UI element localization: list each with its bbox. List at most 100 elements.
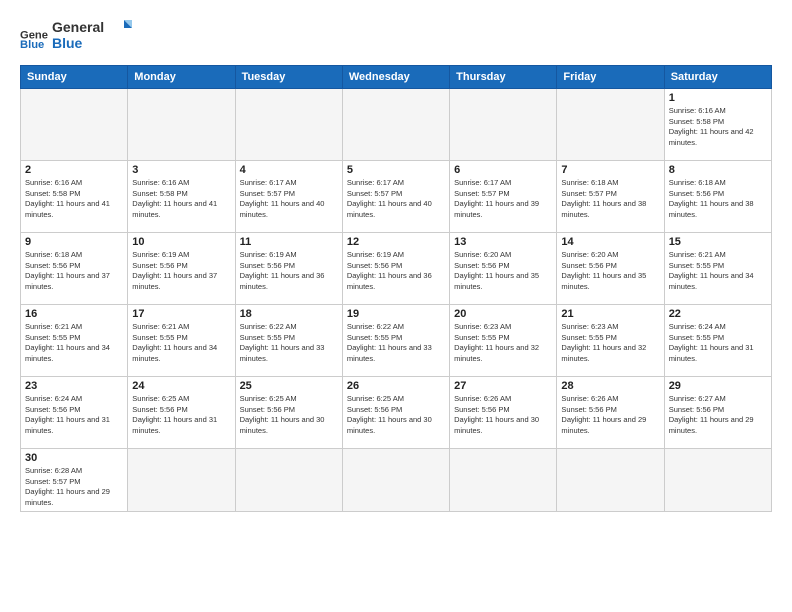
calendar-cell: 23 Sunrise: 6:24 AMSunset: 5:56 PMDayligh… bbox=[21, 377, 128, 449]
calendar-cell bbox=[235, 449, 342, 512]
day-number: 18 bbox=[240, 308, 338, 320]
day-number: 7 bbox=[561, 164, 659, 176]
calendar-cell: 1 Sunrise: 6:16 AMSunset: 5:58 PMDaylight… bbox=[664, 89, 771, 161]
day-number: 27 bbox=[454, 380, 552, 392]
calendar-cell: 28 Sunrise: 6:26 AMSunset: 5:56 PMDayligh… bbox=[557, 377, 664, 449]
day-info: Sunrise: 6:17 AMSunset: 5:57 PMDaylight:… bbox=[454, 178, 552, 220]
day-number: 23 bbox=[25, 380, 123, 392]
calendar-cell: 21Sunrise: 6:23 AMSunset: 5:55 PMDayligh… bbox=[557, 305, 664, 377]
day-number: 29 bbox=[669, 380, 767, 392]
calendar-cell: 26Sunrise: 6:25 AMSunset: 5:56 PMDayligh… bbox=[342, 377, 449, 449]
day-info: Sunrise: 6:27 AMSunset: 5:56 PMDaylight:… bbox=[669, 394, 767, 436]
svg-text:General: General bbox=[52, 19, 104, 35]
logo-icon: General Blue bbox=[20, 23, 48, 51]
day-number: 24 bbox=[132, 380, 230, 392]
day-number: 15 bbox=[669, 236, 767, 248]
day-number: 13 bbox=[454, 236, 552, 248]
day-number: 5 bbox=[347, 164, 445, 176]
calendar-cell: 10Sunrise: 6:19 AMSunset: 5:56 PMDayligh… bbox=[128, 233, 235, 305]
day-info: Sunrise: 6:24 AMSunset: 5:56 PMDaylight:… bbox=[25, 394, 123, 436]
day-info: Sunrise: 6:25 AMSunset: 5:56 PMDaylight:… bbox=[132, 394, 230, 436]
calendar-cell: 22 Sunrise: 6:24 AMSunset: 5:55 PMDayligh… bbox=[664, 305, 771, 377]
weekday-header-thursday: Thursday bbox=[450, 66, 557, 89]
calendar-cell: 6 Sunrise: 6:17 AMSunset: 5:57 PMDaylight… bbox=[450, 161, 557, 233]
calendar-cell bbox=[450, 449, 557, 512]
weekday-header-tuesday: Tuesday bbox=[235, 66, 342, 89]
day-info: Sunrise: 6:17 AMSunset: 5:57 PMDaylight:… bbox=[347, 178, 445, 220]
calendar-week-row: 1 Sunrise: 6:16 AMSunset: 5:58 PMDaylight… bbox=[21, 89, 772, 161]
calendar-cell: 8Sunrise: 6:18 AMSunset: 5:56 PMDaylight… bbox=[664, 161, 771, 233]
day-number: 20 bbox=[454, 308, 552, 320]
day-info: Sunrise: 6:28 AMSunset: 5:57 PMDaylight:… bbox=[25, 466, 123, 508]
calendar-cell bbox=[450, 89, 557, 161]
calendar-cell bbox=[235, 89, 342, 161]
weekday-header-saturday: Saturday bbox=[664, 66, 771, 89]
day-info: Sunrise: 6:22 AMSunset: 5:55 PMDaylight:… bbox=[240, 322, 338, 364]
calendar-cell bbox=[128, 89, 235, 161]
day-number: 30 bbox=[25, 452, 123, 464]
day-info: Sunrise: 6:25 AMSunset: 5:56 PMDaylight:… bbox=[240, 394, 338, 436]
day-info: Sunrise: 6:16 AMSunset: 5:58 PMDaylight:… bbox=[669, 106, 767, 148]
day-info: Sunrise: 6:17 AMSunset: 5:57 PMDaylight:… bbox=[240, 178, 338, 220]
day-number: 1 bbox=[669, 92, 767, 104]
calendar-cell: 16 Sunrise: 6:21 AMSunset: 5:55 PMDayligh… bbox=[21, 305, 128, 377]
calendar-cell: 11 Sunrise: 6:19 AMSunset: 5:56 PMDayligh… bbox=[235, 233, 342, 305]
weekday-header-row: SundayMondayTuesdayWednesdayThursdayFrid… bbox=[21, 66, 772, 89]
day-number: 3 bbox=[132, 164, 230, 176]
day-number: 17 bbox=[132, 308, 230, 320]
day-info: Sunrise: 6:26 AMSunset: 5:56 PMDaylight:… bbox=[454, 394, 552, 436]
calendar-cell: 2Sunrise: 6:16 AMSunset: 5:58 PMDaylight… bbox=[21, 161, 128, 233]
day-info: Sunrise: 6:19 AMSunset: 5:56 PMDaylight:… bbox=[347, 250, 445, 292]
calendar-cell bbox=[557, 449, 664, 512]
calendar-week-row: 30 Sunrise: 6:28 AMSunset: 5:57 PMDayligh… bbox=[21, 449, 772, 512]
calendar-week-row: 9 Sunrise: 6:18 AMSunset: 5:56 PMDaylight… bbox=[21, 233, 772, 305]
day-number: 21 bbox=[561, 308, 659, 320]
day-info: Sunrise: 6:18 AMSunset: 5:56 PMDaylight:… bbox=[669, 178, 767, 220]
calendar-cell bbox=[21, 89, 128, 161]
day-info: Sunrise: 6:24 AMSunset: 5:55 PMDaylight:… bbox=[669, 322, 767, 364]
svg-text:Blue: Blue bbox=[20, 39, 44, 51]
svg-text:Blue: Blue bbox=[52, 35, 83, 51]
calendar-cell: 12 Sunrise: 6:19 AMSunset: 5:56 PMDayligh… bbox=[342, 233, 449, 305]
day-number: 6 bbox=[454, 164, 552, 176]
logo-svg: General Blue bbox=[52, 16, 132, 52]
day-number: 22 bbox=[669, 308, 767, 320]
calendar-cell bbox=[342, 89, 449, 161]
day-info: Sunrise: 6:26 AMSunset: 5:56 PMDaylight:… bbox=[561, 394, 659, 436]
day-info: Sunrise: 6:19 AMSunset: 5:56 PMDaylight:… bbox=[132, 250, 230, 292]
calendar-cell: 4 Sunrise: 6:17 AMSunset: 5:57 PMDaylight… bbox=[235, 161, 342, 233]
day-number: 9 bbox=[25, 236, 123, 248]
weekday-header-friday: Friday bbox=[557, 66, 664, 89]
calendar-cell: 20 Sunrise: 6:23 AMSunset: 5:55 PMDayligh… bbox=[450, 305, 557, 377]
day-info: Sunrise: 6:16 AMSunset: 5:58 PMDaylight:… bbox=[132, 178, 230, 220]
day-info: Sunrise: 6:21 AMSunset: 5:55 PMDaylight:… bbox=[25, 322, 123, 364]
day-number: 28 bbox=[561, 380, 659, 392]
calendar-week-row: 2 Sunrise: 6:16 AMSunset: 5:58 PMDaylight… bbox=[21, 161, 772, 233]
day-number: 2 bbox=[25, 164, 123, 176]
calendar-cell: 18 Sunrise: 6:22 AMSunset: 5:55 PMDayligh… bbox=[235, 305, 342, 377]
calendar-cell bbox=[342, 449, 449, 512]
day-number: 26 bbox=[347, 380, 445, 392]
calendar-cell: 30 Sunrise: 6:28 AMSunset: 5:57 PMDayligh… bbox=[21, 449, 128, 512]
calendar-cell: 14 Sunrise: 6:20 AMSunset: 5:56 PMDayligh… bbox=[557, 233, 664, 305]
day-info: Sunrise: 6:20 AMSunset: 5:56 PMDaylight:… bbox=[561, 250, 659, 292]
calendar-cell: 29 Sunrise: 6:27 AMSunset: 5:56 PMDayligh… bbox=[664, 377, 771, 449]
calendar-cell: 27 Sunrise: 6:26 AMSunset: 5:56 PMDayligh… bbox=[450, 377, 557, 449]
day-info: Sunrise: 6:19 AMSunset: 5:56 PMDaylight:… bbox=[240, 250, 338, 292]
day-info: Sunrise: 6:23 AMSunset: 5:55 PMDaylight:… bbox=[454, 322, 552, 364]
day-info: Sunrise: 6:18 AMSunset: 5:56 PMDaylight:… bbox=[25, 250, 123, 292]
day-number: 14 bbox=[561, 236, 659, 248]
day-number: 19 bbox=[347, 308, 445, 320]
day-number: 11 bbox=[240, 236, 338, 248]
calendar-cell: 25 Sunrise: 6:25 AMSunset: 5:56 PMDayligh… bbox=[235, 377, 342, 449]
day-number: 12 bbox=[347, 236, 445, 248]
day-info: Sunrise: 6:21 AMSunset: 5:55 PMDaylight:… bbox=[669, 250, 767, 292]
calendar-cell bbox=[557, 89, 664, 161]
calendar-cell: 9 Sunrise: 6:18 AMSunset: 5:56 PMDaylight… bbox=[21, 233, 128, 305]
calendar-cell: 13Sunrise: 6:20 AMSunset: 5:56 PMDayligh… bbox=[450, 233, 557, 305]
day-number: 25 bbox=[240, 380, 338, 392]
day-number: 16 bbox=[25, 308, 123, 320]
day-info: Sunrise: 6:22 AMSunset: 5:55 PMDaylight:… bbox=[347, 322, 445, 364]
weekday-header-wednesday: Wednesday bbox=[342, 66, 449, 89]
day-number: 4 bbox=[240, 164, 338, 176]
